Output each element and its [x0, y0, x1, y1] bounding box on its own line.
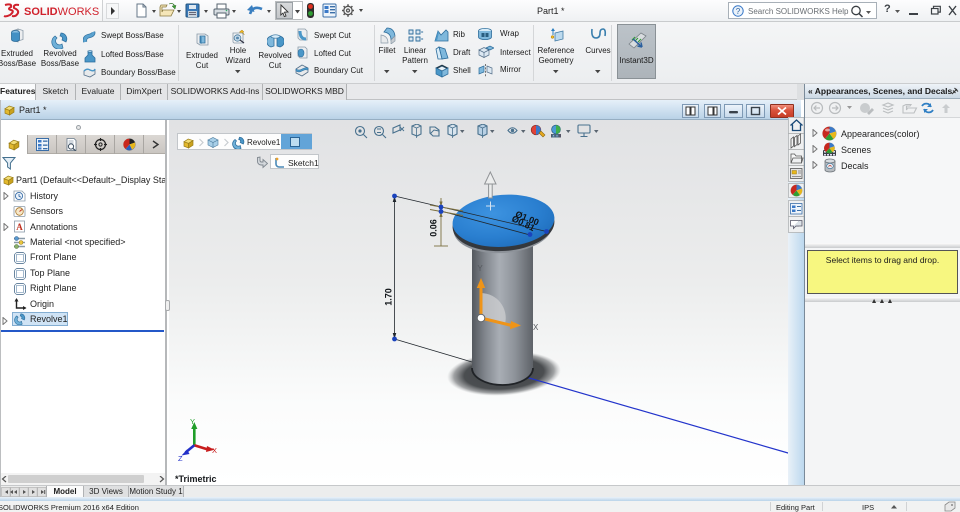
svg-text:?: ? — [736, 7, 741, 16]
svg-text:Y: Y — [190, 417, 195, 426]
svg-text:X: X — [533, 323, 539, 332]
svg-text:0.06: 0.06 — [429, 219, 439, 237]
svg-text:Z: Z — [178, 454, 183, 463]
svg-text:*Trimetric: *Trimetric — [175, 474, 217, 484]
svg-text:1.70: 1.70 — [384, 288, 394, 306]
svg-text:X: X — [212, 446, 217, 455]
svg-text:Y: Y — [477, 264, 483, 273]
svg-text:A: A — [16, 222, 23, 232]
